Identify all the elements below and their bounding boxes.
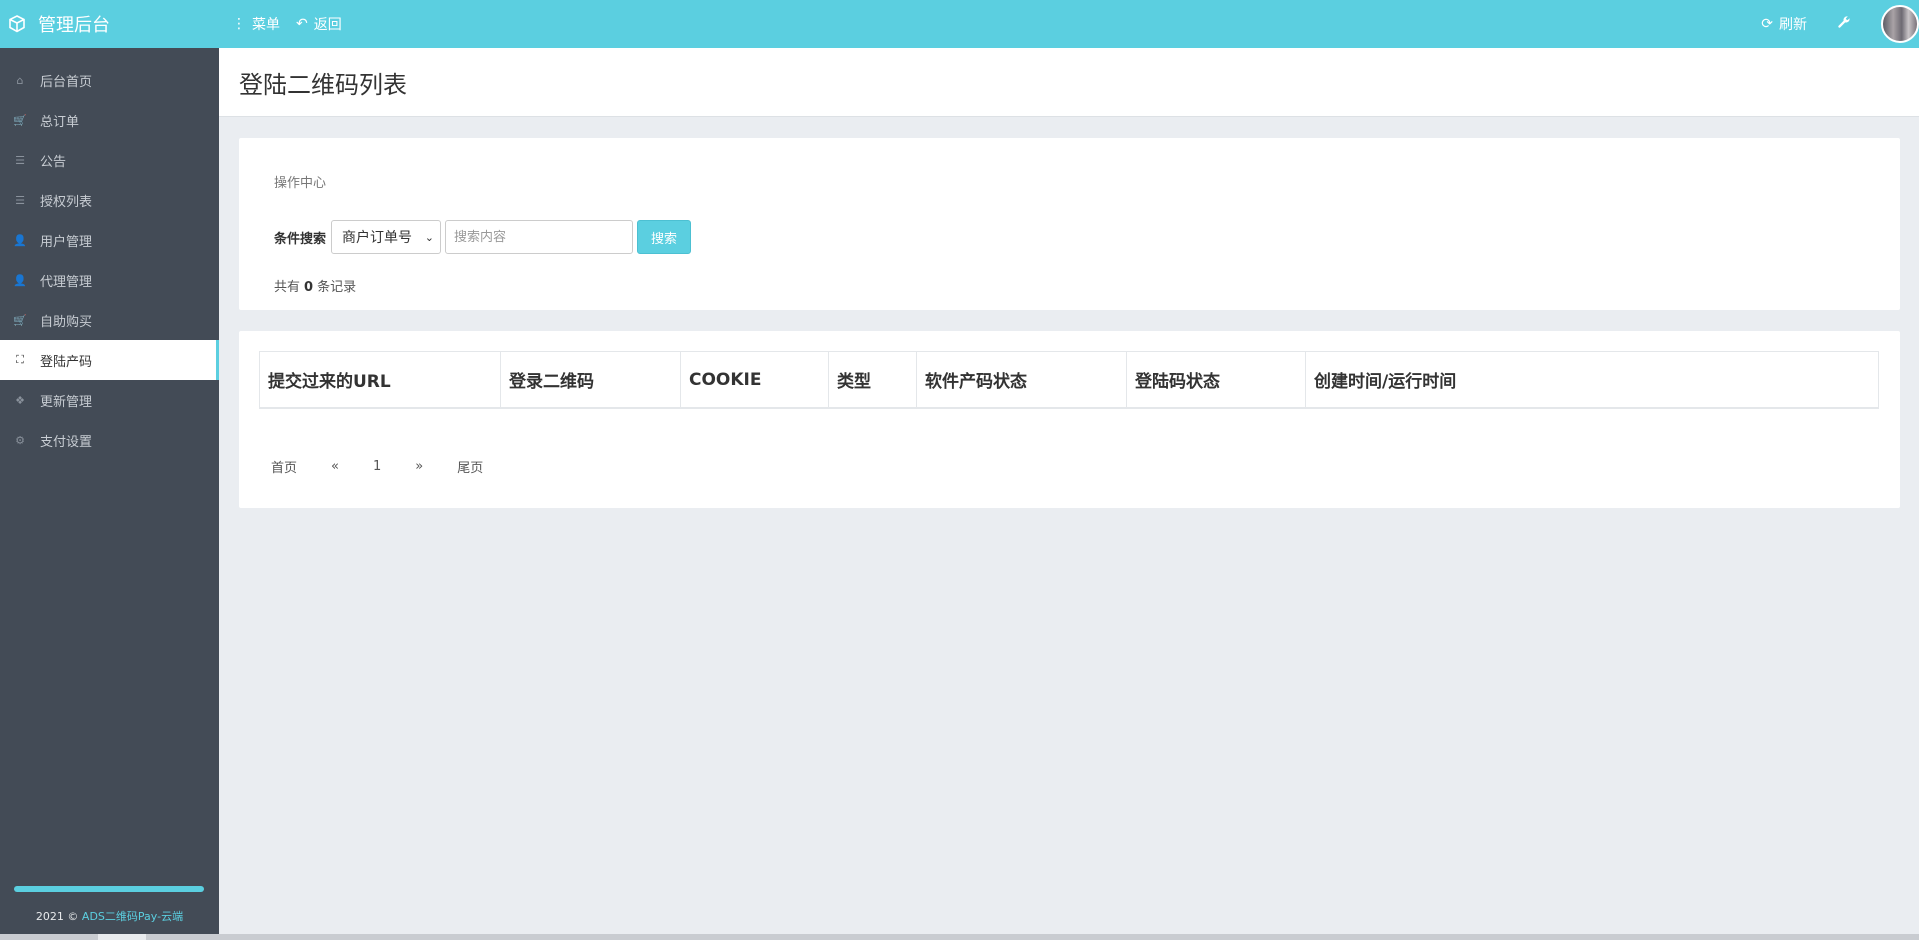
refresh-button[interactable]: ⟳ 刷新 — [1761, 14, 1807, 34]
back-button[interactable]: ↶ 返回 — [296, 14, 342, 34]
sidebar-item-7[interactable]: ⛶ 登陆产码 — [0, 340, 219, 380]
user-icon: 👤 — [13, 233, 27, 247]
record-count: 共有 0 条记录 — [274, 276, 356, 295]
sidebar-footer: 2021 © ADS二维码Pay-云端 — [0, 908, 219, 924]
column-header-type[interactable]: 类型 — [829, 352, 917, 407]
brand-title: 管理后台 — [38, 15, 110, 36]
sidebar-item-2[interactable]: ☰ 公告 — [0, 140, 219, 180]
pagination-next[interactable]: » — [403, 453, 435, 480]
refresh-icon: ⟳ — [1761, 16, 1773, 32]
vertical-ellipsis-icon: ⋮ — [232, 16, 246, 32]
sidebar-item-3[interactable]: ☰ 授权列表 — [0, 180, 219, 220]
sidebar-item-label: 登陆产码 — [40, 354, 93, 370]
user-avatar[interactable] — [1881, 5, 1919, 43]
column-header-qrcode[interactable]: 登录二维码 — [501, 352, 681, 407]
pagination-first[interactable]: 首页 — [259, 451, 309, 482]
count-value: 0 — [304, 280, 314, 295]
sidebar-item-label: 支付设置 — [40, 434, 93, 450]
cart-icon: 🛒 — [13, 313, 27, 327]
cubes-icon: ❖ — [15, 393, 25, 407]
list-icon: ☰ — [15, 153, 25, 167]
sidebar-item-9[interactable]: ⚙ 支付设置 — [0, 420, 219, 460]
column-header-url[interactable]: 提交过来的URL — [260, 352, 501, 407]
page-title: 登陆二维码列表 — [239, 70, 407, 99]
page-header: 登陆二维码列表 — [219, 48, 1919, 117]
count-suffix: 条记录 — [317, 280, 357, 295]
sidebar-progress-bar — [14, 886, 204, 892]
search-field-select[interactable]: 商户订单号 ⌄ — [331, 220, 442, 254]
sidebar-item-label: 更新管理 — [40, 394, 93, 410]
chevron-down-icon: ⌄ — [424, 230, 435, 244]
top-bar: 管理后台 ⋮ 菜单 ↶ 返回 ⟳ 刷新 — [0, 0, 1919, 48]
sidebar-item-8[interactable]: ❖ 更新管理 — [0, 380, 219, 420]
column-header-software-status[interactable]: 软件产码状态 — [917, 352, 1127, 407]
scrollbar-thumb[interactable] — [98, 934, 146, 940]
sidebar-menu: ⌂ 后台首页 🛒 总订单 ☰ 公告 ☰ 授权列表 👤 用户管理 👤 代理管理 🛒 自助购买 ⛶ 登陆产码 ❖ 更新… — [0, 48, 219, 460]
search-button[interactable]: 搜索 — [637, 220, 692, 254]
search-label: 条件搜索 — [274, 231, 327, 247]
sidebar-item-label: 用户管理 — [40, 234, 93, 250]
pagination: 首页 « 1 » 尾页 — [259, 451, 505, 482]
sidebar-item-label: 公告 — [40, 154, 67, 170]
sitemap-icon: ⛶ — [16, 353, 24, 366]
column-header-cookie[interactable]: COOKIE — [681, 352, 829, 407]
sidebar-item-label: 自助购买 — [40, 314, 93, 330]
wrench-icon — [1838, 16, 1850, 28]
sidebar-item-5[interactable]: 👤 代理管理 — [0, 260, 219, 300]
sidebar-item-6[interactable]: 🛒 自助购买 — [0, 300, 219, 340]
sidebar: ⌂ 后台首页 🛒 总订单 ☰ 公告 ☰ 授权列表 👤 用户管理 👤 代理管理 🛒 自助购买 ⛶ 登陆产码 ❖ 更新… — [0, 48, 219, 940]
user-icon: 👤 — [13, 273, 27, 287]
search-input[interactable] — [445, 220, 634, 254]
top-right-actions: ⟳ 刷新 — [1761, 0, 1919, 48]
search-row: 条件搜索 商户订单号 ⌄ 搜索 — [274, 220, 692, 254]
footer-copyright: 2021 © — [35, 910, 82, 923]
refresh-label: 刷新 — [1779, 17, 1807, 33]
count-prefix: 共有 — [274, 280, 301, 295]
menu-label: 菜单 — [252, 17, 280, 33]
sidebar-item-label: 代理管理 — [40, 274, 93, 290]
table-panel: 提交过来的URL 登录二维码 COOKIE 类型 软件产码状态 登陆码状态 创建… — [239, 331, 1900, 508]
gears-icon: ⚙ — [15, 433, 25, 447]
cart-icon: 🛒 — [13, 113, 27, 127]
pagination-page-1[interactable]: 1 — [361, 453, 393, 480]
search-select-value: 商户订单号 — [342, 230, 413, 246]
list-icon: ☰ — [15, 193, 25, 207]
settings-button[interactable] — [1837, 15, 1851, 33]
top-left-actions: ⋮ 菜单 ↶ 返回 — [232, 0, 358, 48]
sidebar-item-label: 授权列表 — [40, 194, 93, 210]
column-header-login-status[interactable]: 登陆码状态 — [1127, 352, 1306, 407]
operations-panel: 操作中心 条件搜索 商户订单号 ⌄ 搜索 共有0条记录 — [239, 138, 1900, 310]
column-header-time[interactable]: 创建时间/运行时间 — [1306, 352, 1878, 407]
data-table-header: 提交过来的URL 登录二维码 COOKIE 类型 软件产码状态 登陆码状态 创建… — [259, 351, 1879, 409]
sidebar-item-0[interactable]: ⌂ 后台首页 — [0, 60, 219, 100]
sidebar-item-4[interactable]: 👤 用户管理 — [0, 220, 219, 260]
home-icon: ⌂ — [16, 73, 24, 87]
sidebar-item-label: 总订单 — [40, 114, 80, 130]
operations-title: 操作中心 — [274, 176, 327, 191]
footer-link[interactable]: ADS二维码Pay-云端 — [82, 910, 183, 923]
horizontal-scrollbar[interactable] — [0, 934, 1919, 940]
brand[interactable]: 管理后台 — [0, 0, 219, 48]
reply-arrow-icon: ↶ — [296, 16, 308, 32]
menu-button[interactable]: ⋮ 菜单 — [232, 14, 280, 34]
pagination-prev[interactable]: « — [319, 453, 351, 480]
cube-logo-icon — [9, 15, 25, 33]
back-label: 返回 — [313, 17, 342, 33]
pagination-last[interactable]: 尾页 — [445, 451, 495, 482]
sidebar-item-label: 后台首页 — [40, 74, 93, 90]
sidebar-item-1[interactable]: 🛒 总订单 — [0, 100, 219, 140]
